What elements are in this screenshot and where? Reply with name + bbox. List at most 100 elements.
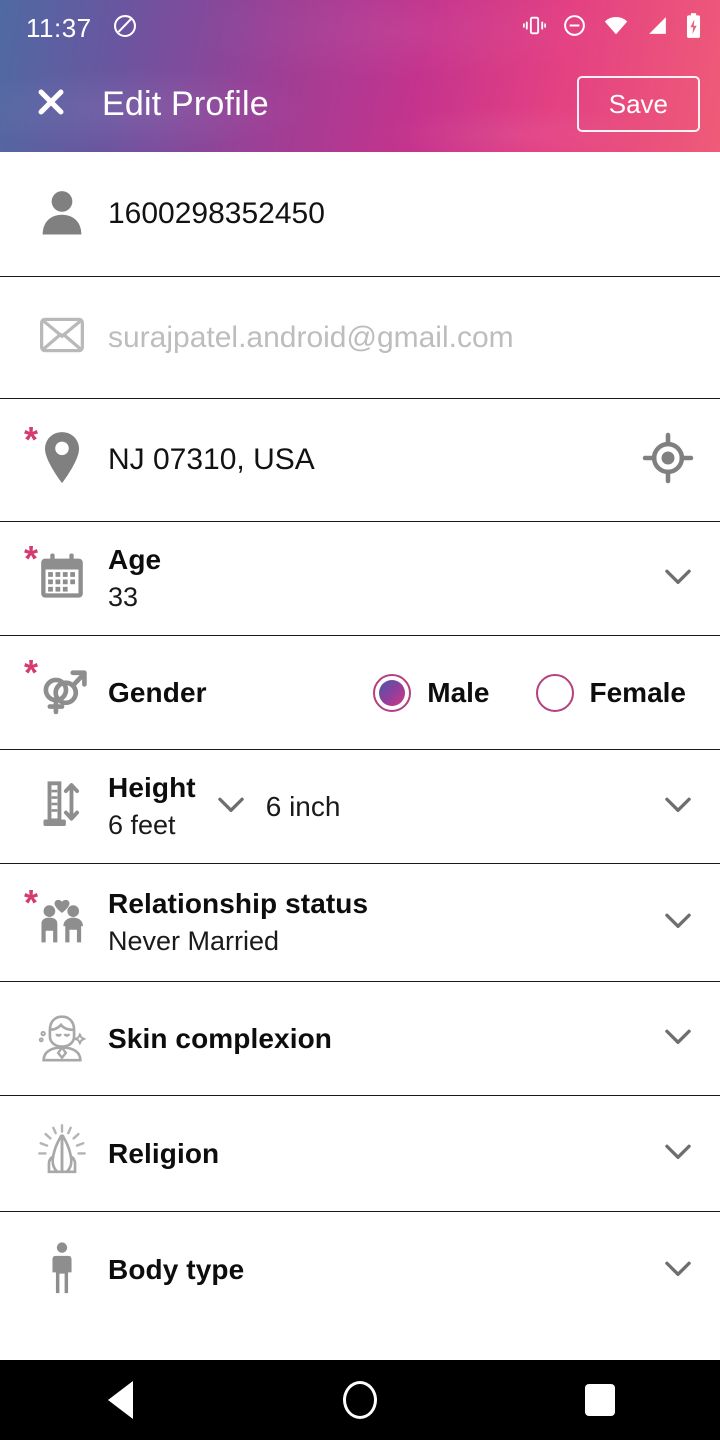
row-gender[interactable]: * Gender Male Female	[0, 636, 720, 750]
relationship-field-body: Relationship status Never Married	[108, 888, 656, 957]
my-location-icon	[642, 432, 694, 489]
required-asterisk: *	[24, 419, 39, 460]
height-inch-dropdown-button[interactable]	[656, 785, 700, 828]
recents-square-icon	[585, 1384, 615, 1416]
row-religion[interactable]: Religion	[0, 1096, 720, 1212]
religion-icon-cell	[16, 1096, 108, 1211]
name-icon-cell	[16, 152, 108, 276]
skin-label: Skin complexion	[108, 1022, 332, 1054]
age-label: Age	[108, 544, 162, 575]
gender-field-body: Gender	[108, 677, 373, 709]
body-type-label: Body type	[108, 1254, 245, 1285]
vibrate-icon	[522, 13, 547, 43]
height-label: Height	[108, 772, 196, 803]
standing-person-icon	[36, 1239, 88, 1302]
required-asterisk: *	[24, 651, 39, 693]
nav-back-button[interactable]	[65, 1360, 175, 1440]
required-asterisk: *	[24, 537, 39, 579]
row-relationship-status[interactable]: * Relationship status Never Married	[0, 864, 720, 982]
praying-hands-icon	[33, 1122, 91, 1185]
age-value: 33	[108, 582, 139, 612]
height-field-body: Height 6 feet	[108, 772, 196, 841]
face-beauty-icon	[33, 1007, 91, 1070]
nav-home-button[interactable]	[305, 1360, 415, 1440]
required-asterisk: *	[24, 881, 39, 923]
name-field-body: 1600298352450	[108, 197, 700, 231]
radio-unselected-icon	[535, 673, 574, 712]
app-bar: Edit Profile Save	[0, 56, 720, 152]
age-dropdown-button[interactable]	[656, 557, 700, 600]
chevron-down-icon	[659, 901, 697, 944]
gender-symbols-icon	[34, 662, 90, 723]
row-email[interactable]: surajpatel.android@gmail.com	[0, 277, 720, 399]
location-icon-cell: *	[16, 399, 108, 521]
status-bar-clock: 11:37	[26, 12, 92, 43]
circle-slash-icon	[112, 13, 138, 44]
gender-option-female-label: Female	[589, 676, 687, 708]
height-inch-value: 6 inch	[265, 790, 341, 822]
android-navigation-bar	[0, 1360, 720, 1440]
gender-option-female[interactable]: Female	[535, 673, 687, 712]
relationship-dropdown-button[interactable]	[656, 901, 700, 944]
chevron-down-icon	[659, 1132, 697, 1175]
gender-option-male-label: Male	[427, 676, 490, 708]
religion-field-body: Religion	[108, 1138, 656, 1170]
gender-icon-cell: *	[16, 636, 108, 749]
profile-form-list: 1600298352450 surajpatel.android@gmail.c…	[0, 152, 720, 1360]
age-icon-cell: *	[16, 522, 108, 635]
height-feet-value: 6 feet	[108, 810, 176, 840]
save-button[interactable]: Save	[576, 76, 700, 132]
skin-field-body: Skin complexion	[108, 1023, 656, 1055]
do-not-disturb-icon	[562, 13, 587, 43]
skin-dropdown-button[interactable]	[656, 1017, 700, 1060]
ruler-icon	[36, 776, 88, 837]
email-icon-cell	[16, 277, 108, 398]
status-bar-left: 11:37	[26, 13, 138, 44]
chevron-down-icon	[659, 1249, 697, 1292]
gender-option-male[interactable]: Male	[373, 673, 490, 712]
location-field-body: NJ 07310, USA	[108, 443, 636, 477]
battery-charging-icon	[685, 12, 702, 44]
gender-radio-group: Male Female	[373, 673, 687, 712]
person-icon	[35, 185, 89, 244]
row-name[interactable]: 1600298352450	[0, 152, 720, 277]
body-type-dropdown-button[interactable]	[656, 1249, 700, 1292]
age-field-body: Age 33	[108, 544, 656, 613]
body-type-field-body: Body type	[108, 1254, 656, 1286]
chevron-down-icon	[659, 557, 697, 600]
body-type-icon-cell	[16, 1212, 108, 1328]
couple-icon	[34, 892, 90, 953]
skin-icon-cell	[16, 982, 108, 1095]
envelope-icon	[36, 309, 88, 366]
nav-recents-button[interactable]	[545, 1360, 655, 1440]
relationship-value: Never Married	[108, 926, 280, 956]
back-triangle-icon	[107, 1381, 133, 1419]
row-skin-complexion[interactable]: Skin complexion	[0, 982, 720, 1096]
chevron-down-icon	[212, 785, 250, 828]
radio-selected-icon	[373, 673, 412, 712]
signal-icon	[645, 13, 670, 43]
religion-label: Religion	[108, 1137, 220, 1169]
height-icon-cell	[16, 750, 108, 863]
page-title: Edit Profile	[102, 84, 269, 123]
relationship-icon-cell: *	[16, 864, 108, 981]
row-body-type[interactable]: Body type	[0, 1212, 720, 1328]
row-height[interactable]: Height 6 feet 6 inch	[0, 750, 720, 864]
status-bar: 11:37	[0, 0, 720, 56]
email-field-body: surajpatel.android@gmail.com	[108, 321, 700, 355]
location-value[interactable]: NJ 07310, USA	[108, 443, 636, 477]
chevron-down-icon	[659, 785, 697, 828]
home-circle-icon	[343, 1381, 377, 1419]
map-pin-icon	[37, 429, 87, 492]
status-bar-right	[522, 12, 702, 44]
height-feet-dropdown-button[interactable]	[196, 785, 266, 828]
my-location-button[interactable]	[636, 432, 700, 489]
wifi-icon	[602, 13, 630, 43]
row-location[interactable]: * NJ 07310, USA	[0, 399, 720, 522]
row-age[interactable]: * Age 33	[0, 522, 720, 636]
religion-dropdown-button[interactable]	[656, 1132, 700, 1175]
email-input[interactable]: surajpatel.android@gmail.com	[108, 321, 700, 355]
close-icon	[34, 85, 68, 124]
name-value[interactable]: 1600298352450	[108, 197, 700, 231]
close-button[interactable]	[28, 81, 74, 127]
